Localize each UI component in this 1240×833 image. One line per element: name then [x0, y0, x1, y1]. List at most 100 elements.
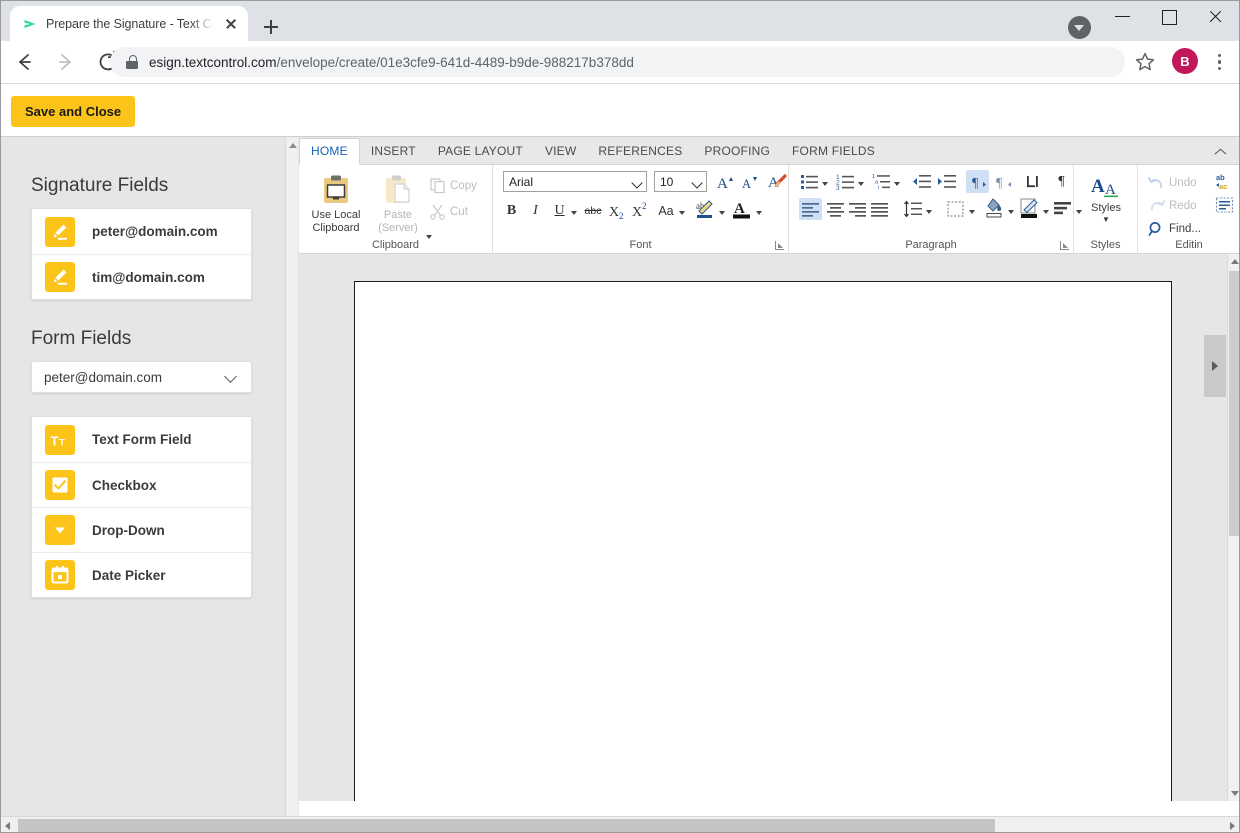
- styles-button[interactable]: A A Styles ▼: [1077, 173, 1135, 225]
- numbered-list-icon[interactable]: 1 2 3: [835, 171, 856, 192]
- sidebar-scrollbar[interactable]: [285, 137, 298, 817]
- clear-formatting-icon[interactable]: A: [767, 171, 789, 192]
- borders-icon[interactable]: [944, 198, 967, 220]
- window-close-icon[interactable]: [1192, 0, 1238, 32]
- strikethrough-button[interactable]: abc: [581, 200, 605, 221]
- align-right-icon[interactable]: [846, 198, 869, 220]
- multilevel-list-icon[interactable]: 1 a i: [871, 171, 892, 192]
- use-local-clipboard-line2: Clipboard: [312, 221, 360, 234]
- line-spacing-icon[interactable]: [901, 198, 924, 220]
- shading-dropdown-arrow[interactable]: [1006, 202, 1016, 220]
- shading-icon[interactable]: [983, 196, 1006, 220]
- bold-button[interactable]: B: [501, 200, 522, 221]
- ribbon-overflow-arrow[interactable]: [1204, 335, 1226, 397]
- styles-dropdown-arrow[interactable]: ▼: [1077, 215, 1135, 225]
- browser-tab[interactable]: Prepare the Signature - Text Cont: [10, 6, 248, 41]
- change-case-button[interactable]: Aa: [654, 200, 678, 221]
- bullets-dropdown-arrow[interactable]: [820, 174, 830, 192]
- underline-button[interactable]: U: [549, 200, 570, 221]
- underline-dropdown-arrow[interactable]: [569, 203, 579, 221]
- font-size-select[interactable]: 10: [654, 171, 707, 192]
- show-marks-button[interactable]: ¶: [1051, 170, 1072, 193]
- ribbon-tab-page-layout[interactable]: PAGE LAYOUT: [427, 139, 534, 164]
- tab-search-icon[interactable]: [1068, 16, 1091, 39]
- shrink-font-button[interactable]: A: [739, 171, 761, 192]
- font-color-dropdown-arrow[interactable]: [754, 203, 764, 221]
- ribbon-tab-proofing[interactable]: PROOFING: [693, 139, 781, 164]
- replace-icon[interactable]: ab ac: [1214, 171, 1236, 191]
- scrollbar-thumb[interactable]: [18, 819, 995, 832]
- send-arrow-icon: [22, 16, 38, 32]
- ribbon-tab-references[interactable]: REFERENCES: [587, 139, 693, 164]
- forward-arrow-icon[interactable]: [48, 44, 84, 80]
- close-icon[interactable]: [222, 15, 240, 33]
- dropdown-icon: [45, 515, 75, 545]
- paragraph-highlight-dropdown-arrow[interactable]: [1041, 202, 1051, 220]
- recipient-select-wrapper: peter@domain.com: [31, 361, 252, 393]
- maximize-icon[interactable]: [1146, 0, 1192, 32]
- increase-indent-icon[interactable]: [936, 171, 958, 192]
- paragraph-dialog-launcher[interactable]: [1060, 241, 1069, 250]
- multilevel-dropdown-arrow[interactable]: [892, 174, 902, 192]
- paragraph-highlight-icon[interactable]: [1018, 196, 1041, 220]
- recipient-select[interactable]: peter@domain.com: [31, 361, 252, 393]
- change-case-dropdown-arrow[interactable]: [677, 203, 687, 221]
- form-field-datepicker[interactable]: Date Picker: [32, 552, 251, 597]
- text-direction-icon[interactable]: [1021, 170, 1044, 193]
- form-field-dropdown[interactable]: Drop-Down: [32, 507, 251, 552]
- document-canvas[interactable]: [299, 254, 1227, 801]
- scroll-down-icon[interactable]: [1231, 791, 1239, 796]
- form-field-checkbox[interactable]: Checkbox: [32, 462, 251, 507]
- page-scrollbar[interactable]: [0, 816, 1240, 833]
- document-page[interactable]: [354, 281, 1172, 801]
- document-scrollbar[interactable]: [1227, 254, 1240, 801]
- font-color-button[interactable]: A: [730, 198, 754, 221]
- grow-font-button[interactable]: A: [715, 171, 737, 192]
- bullet-list-icon[interactable]: [799, 171, 820, 192]
- align-left-icon[interactable]: [799, 198, 822, 220]
- justify-icon[interactable]: [868, 198, 891, 220]
- scroll-up-icon[interactable]: [1231, 259, 1239, 264]
- use-local-clipboard-button[interactable]: Use Local Clipboard: [307, 173, 365, 234]
- signature-field-tim[interactable]: tim@domain.com: [32, 254, 251, 299]
- new-tab-button[interactable]: [258, 14, 284, 40]
- text-highlight-icon[interactable]: abc: [693, 198, 717, 221]
- scrollbar-thumb[interactable]: [1229, 271, 1240, 536]
- sort-icon[interactable]: [1051, 198, 1074, 220]
- font-dialog-launcher[interactable]: [775, 241, 784, 250]
- star-icon[interactable]: [1133, 50, 1157, 74]
- web-page-content: Save and Close Signature Fields peter@do…: [0, 84, 1240, 833]
- subscript-button[interactable]: X 2: [607, 200, 629, 221]
- back-arrow-icon[interactable]: [6, 44, 42, 80]
- scroll-up-icon[interactable]: [289, 143, 297, 148]
- font-family-select[interactable]: Arial: [503, 171, 647, 192]
- italic-button[interactable]: I: [525, 200, 546, 221]
- ribbon-tab-home[interactable]: HOME: [299, 138, 360, 165]
- highlight-dropdown-arrow[interactable]: [717, 203, 727, 221]
- chevron-up-icon[interactable]: [1214, 144, 1228, 158]
- ribbon-group-styles: A A Styles ▼ Styles: [1074, 165, 1138, 254]
- save-and-close-button[interactable]: Save and Close: [11, 96, 136, 127]
- avatar[interactable]: B: [1172, 48, 1198, 74]
- align-center-icon[interactable]: [824, 198, 847, 220]
- superscript-button[interactable]: X 2: [630, 200, 652, 221]
- ribbon-tab-form-fields[interactable]: FORM FIELDS: [781, 139, 886, 164]
- left-to-right-icon[interactable]: ¶: [966, 170, 989, 193]
- address-bar[interactable]: esign.textcontrol.com/envelope/create/01…: [110, 47, 1125, 77]
- select-icon[interactable]: [1214, 195, 1236, 215]
- scroll-left-icon[interactable]: [5, 822, 10, 830]
- minimize-icon[interactable]: [1100, 0, 1146, 32]
- ribbon-group-paragraph: 1 2 3 1 a i ¶ ¶ ¶ Paragraph: [789, 165, 1082, 254]
- ribbon-tab-view[interactable]: VIEW: [534, 139, 587, 164]
- line-spacing-dropdown-arrow[interactable]: [924, 202, 934, 220]
- borders-dropdown-arrow[interactable]: [967, 202, 977, 220]
- scroll-right-icon[interactable]: [1230, 822, 1235, 830]
- find-button[interactable]: Find...: [1148, 221, 1201, 237]
- decrease-indent-icon[interactable]: [911, 171, 933, 192]
- kebab-menu-icon[interactable]: [1210, 50, 1228, 74]
- form-field-text[interactable]: T T Text Form Field: [32, 417, 251, 462]
- numbering-dropdown-arrow[interactable]: [856, 174, 866, 192]
- signature-field-peter[interactable]: peter@domain.com: [32, 209, 251, 254]
- ribbon-tab-insert[interactable]: INSERT: [360, 139, 427, 164]
- right-to-left-icon[interactable]: ¶: [992, 170, 1015, 193]
